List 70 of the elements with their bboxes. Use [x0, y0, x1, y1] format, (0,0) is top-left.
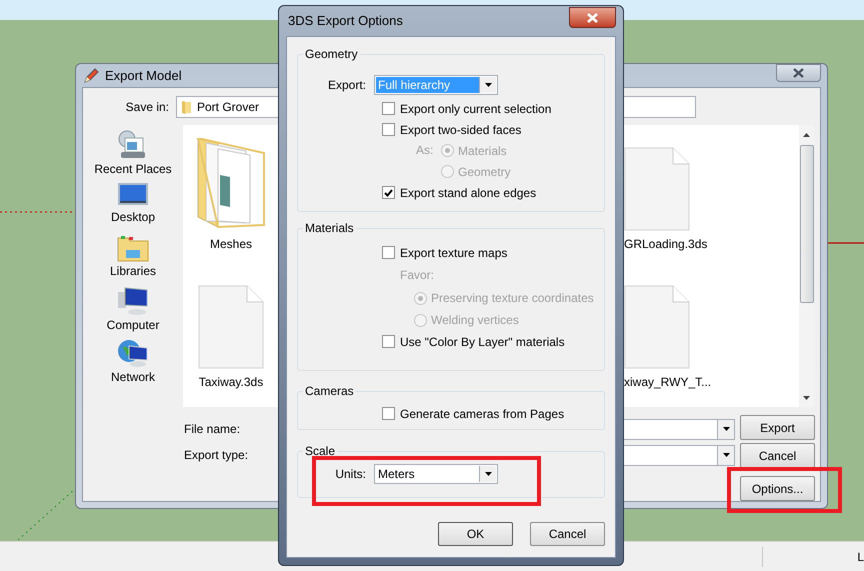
dropdown-arrow-icon	[484, 83, 492, 87]
field-label: File name:	[184, 421, 242, 438]
checkbox-label: Export stand alone edges	[400, 184, 536, 202]
folder-icon	[196, 135, 266, 231]
place-item[interactable]: Computer	[88, 286, 178, 338]
folder-icon	[181, 100, 192, 114]
scroll-up-icon	[803, 133, 810, 137]
checkbox[interactable]	[382, 335, 395, 348]
dialog-button[interactable]: Options...	[740, 476, 815, 501]
dropdown-value: Full hierarchy	[376, 77, 479, 93]
file-icon	[624, 285, 690, 369]
window-title: Export Model	[105, 66, 182, 85]
dialog-button[interactable]: Export	[740, 415, 815, 440]
checkbox[interactable]	[382, 102, 395, 115]
file-item[interactable]: Meshes	[183, 131, 279, 251]
field-label: Export:	[326, 77, 367, 94]
checkbox[interactable]	[382, 407, 395, 420]
status-text: L	[857, 548, 864, 566]
pencil-icon	[83, 68, 99, 84]
file-item[interactable]: GRLoading.3ds	[624, 131, 744, 251]
group-title: Scale	[304, 445, 336, 457]
close-icon	[793, 68, 804, 78]
radio-label: Materials	[458, 142, 507, 160]
radio-label: Geometry	[458, 164, 511, 180]
option-label: Favor:	[400, 267, 436, 284]
window-title: 3DS Export Options	[288, 12, 403, 30]
axis-line	[828, 242, 864, 245]
dropdown-arrow-icon	[722, 453, 730, 457]
place-item[interactable]: Desktop	[88, 182, 178, 234]
place-item[interactable]: Libraries	[88, 234, 178, 286]
close-button[interactable]	[569, 7, 616, 28]
location-value: Port Grover	[197, 99, 260, 116]
checkbox[interactable]	[382, 186, 395, 199]
radio-label: Preserving texture coordinates	[431, 290, 594, 307]
computer-icon	[117, 286, 149, 316]
field-label: Export type:	[184, 447, 250, 464]
radio-label: Welding vertices	[431, 312, 519, 329]
place-item[interactable]: Network	[88, 338, 178, 390]
checkbox-label: Export two-sided faces	[400, 122, 522, 138]
file-icon	[624, 147, 690, 231]
checkbox[interactable]	[382, 123, 395, 136]
close-icon	[587, 12, 598, 22]
place-item[interactable]: Recent Places	[88, 130, 178, 182]
field-label: Save in:	[124, 99, 170, 116]
dialog-button[interactable]: Cancel	[740, 443, 815, 468]
file-item[interactable]: Taxiway.3ds	[183, 269, 279, 389]
dropdown-arrow-icon	[722, 427, 730, 431]
dropdown-arrow-icon	[484, 472, 492, 476]
checkbox-label: Use "Color By Layer" materials	[400, 334, 565, 350]
group-title: Cameras	[304, 385, 355, 397]
dropdown-value: Meters	[377, 466, 416, 482]
option-label: As:	[416, 142, 434, 159]
dropdown[interactable]: Meters	[374, 464, 498, 484]
scrollbar-thumb[interactable]	[800, 145, 814, 303]
group-title: Materials	[304, 222, 355, 234]
checkbox[interactable]	[382, 246, 395, 259]
dialog-button[interactable]: Cancel	[530, 522, 605, 546]
checkbox-label: Export texture maps	[400, 244, 508, 262]
desktop-icon	[117, 182, 149, 208]
field-label: Units:	[334, 466, 367, 483]
close-button[interactable]	[776, 64, 821, 82]
checkbox-label: Export only current selection	[400, 100, 552, 118]
group-title: Geometry	[304, 48, 359, 60]
network-icon	[117, 338, 149, 368]
file-icon	[198, 285, 264, 369]
scroll-down-icon	[803, 396, 810, 400]
libraries-icon	[117, 234, 149, 262]
checkbox-label: Generate cameras from Pages	[400, 406, 564, 422]
dialog-button[interactable]: OK	[438, 522, 513, 546]
file-item[interactable]: xiway_RWY_T...	[624, 269, 744, 389]
